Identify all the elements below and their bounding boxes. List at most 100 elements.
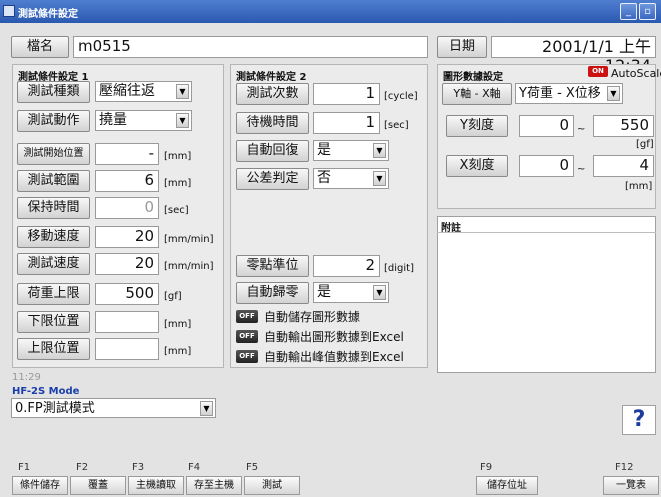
chevron-down-icon[interactable]: ▼	[200, 401, 213, 416]
test-action-select[interactable]: 撓量 ▼	[95, 110, 192, 131]
chevron-down-icon[interactable]: ▼	[373, 171, 386, 186]
y-max-field[interactable]: 550	[593, 115, 654, 137]
y-min-field[interactable]: 0	[519, 115, 574, 137]
chevron-down-icon[interactable]: ▼	[176, 84, 189, 99]
f12-key: F12	[615, 462, 634, 473]
autoscale-label: AutoScale	[611, 67, 661, 80]
y-range-tilde: ~	[577, 124, 586, 135]
auto-zero-label: 自動歸零	[236, 282, 309, 304]
auto-zero-select[interactable]: 是 ▼	[313, 282, 389, 303]
test-speed-unit: [mm/min]	[164, 261, 214, 272]
lower-pos-label: 下限位置	[17, 311, 90, 333]
chevron-down-icon[interactable]: ▼	[176, 113, 189, 128]
f1-key: F1	[18, 462, 31, 473]
range-field[interactable]: 6	[95, 170, 159, 192]
lower-pos-unit: [mm]	[164, 319, 192, 330]
tolerance-value: 否	[317, 170, 331, 186]
y-scale-unit: [gf]	[636, 139, 654, 150]
move-speed-field[interactable]: 20	[95, 226, 159, 248]
restore-button[interactable]: ▫	[639, 3, 656, 20]
filename-label: 檔名	[11, 36, 69, 58]
test-type-value: 壓縮往返	[99, 83, 155, 99]
upper-pos-unit: [mm]	[164, 346, 192, 357]
yx-axis-select[interactable]: Y荷重 - X位移 ▼	[515, 83, 623, 104]
notes-divider	[437, 232, 656, 233]
status-time: 11:29	[12, 372, 41, 383]
notes-area[interactable]	[437, 216, 656, 373]
auto-return-select[interactable]: 是 ▼	[313, 140, 389, 161]
x-scale-unit: [mm]	[625, 181, 653, 192]
test-count-label: 測試次數	[236, 83, 309, 105]
yx-axis-value: Y荷重 - X位移	[519, 86, 601, 101]
panel2-title: 測試條件設定 2	[236, 72, 307, 83]
test-count-field[interactable]: 1	[313, 83, 380, 105]
save-location-button[interactable]: 儲存位址	[476, 476, 538, 495]
mode-select[interactable]: 0.FP測試模式 ▼	[11, 398, 216, 418]
start-pos-label: 測試開始位置	[17, 143, 90, 165]
list-view-button[interactable]: 一覽表	[603, 476, 659, 495]
hold-time-label: 保持時間	[17, 197, 90, 219]
panel3-title: 圖形數據設定	[443, 72, 503, 83]
hold-time-unit: [sec]	[164, 205, 189, 216]
test-button[interactable]: 測試	[244, 476, 300, 495]
auto-export-peak-toggle[interactable]: OFF	[236, 350, 258, 363]
zero-level-unit: [digit]	[384, 263, 414, 274]
test-speed-label: 測試速度	[17, 253, 90, 275]
app-icon	[3, 5, 15, 17]
x-min-field[interactable]: 0	[519, 155, 574, 177]
load-limit-field[interactable]: 500	[95, 283, 159, 305]
chevron-down-icon[interactable]: ▼	[373, 285, 386, 300]
auto-zero-value: 是	[317, 284, 331, 300]
upper-pos-label: 上限位置	[17, 338, 90, 360]
title-bar: 測試條件設定 _ ▫	[0, 0, 661, 23]
test-count-unit: [cycle]	[384, 91, 418, 102]
f2-key: F2	[76, 462, 89, 473]
auto-return-label: 自動回復	[236, 140, 309, 162]
minimize-button[interactable]: _	[620, 3, 637, 20]
start-pos-unit: [mm]	[164, 151, 192, 162]
chevron-down-icon[interactable]: ▼	[373, 143, 386, 158]
f3-key: F3	[132, 462, 145, 473]
date-label: 日期	[437, 36, 487, 58]
save-conditions-button[interactable]: 條件儲存	[12, 476, 68, 495]
overwrite-button[interactable]: 覆蓋	[70, 476, 126, 495]
wait-time-field[interactable]: 1	[313, 112, 380, 134]
mode-label: HF-2S Mode	[12, 386, 80, 397]
lower-pos-field[interactable]	[95, 311, 159, 333]
x-scale-label: X刻度	[446, 155, 508, 177]
load-limit-label: 荷重上限	[17, 283, 90, 305]
hold-time-field[interactable]: 0	[95, 197, 159, 219]
move-speed-unit: [mm/min]	[164, 234, 214, 245]
read-from-host-button[interactable]: 主機讀取	[128, 476, 184, 495]
window-title: 測試條件設定	[18, 9, 78, 20]
range-unit: [mm]	[164, 178, 192, 189]
f5-key: F5	[246, 462, 259, 473]
chevron-down-icon[interactable]: ▼	[607, 86, 620, 101]
filename-field[interactable]: m0515	[73, 36, 428, 58]
x-max-field[interactable]: 4	[593, 155, 654, 177]
auto-save-graph-toggle[interactable]: OFF	[236, 310, 258, 323]
zero-level-field[interactable]: 2	[313, 255, 380, 277]
help-button[interactable]: ?	[622, 405, 656, 435]
zero-level-label: 零點準位	[236, 255, 309, 277]
date-field: 2001/1/1 上午 12:34	[491, 36, 656, 75]
auto-export-peak-label: 自動輸出峰值數據到Excel	[264, 350, 404, 364]
wait-time-unit: [sec]	[384, 120, 409, 131]
test-action-value: 撓量	[99, 112, 127, 128]
auto-save-graph-label: 自動儲存圖形數據	[264, 310, 361, 324]
test-speed-field[interactable]: 20	[95, 253, 159, 275]
upper-pos-field[interactable]	[95, 338, 159, 360]
auto-return-value: 是	[317, 142, 331, 158]
autoscale-toggle[interactable]: ON	[588, 66, 608, 77]
auto-export-graph-toggle[interactable]: OFF	[236, 330, 258, 343]
start-pos-field[interactable]: -	[95, 143, 159, 165]
f4-key: F4	[188, 462, 201, 473]
test-type-select[interactable]: 壓縮往返 ▼	[95, 81, 192, 102]
range-label: 測試範圍	[17, 170, 90, 192]
y-scale-label: Y刻度	[446, 115, 508, 137]
save-to-host-button[interactable]: 存至主機	[186, 476, 242, 495]
x-range-tilde: ~	[577, 164, 586, 175]
f9-key: F9	[480, 462, 493, 473]
tolerance-select[interactable]: 否 ▼	[313, 168, 389, 189]
auto-export-graph-label: 自動輸出圖形數據到Excel	[264, 330, 404, 344]
